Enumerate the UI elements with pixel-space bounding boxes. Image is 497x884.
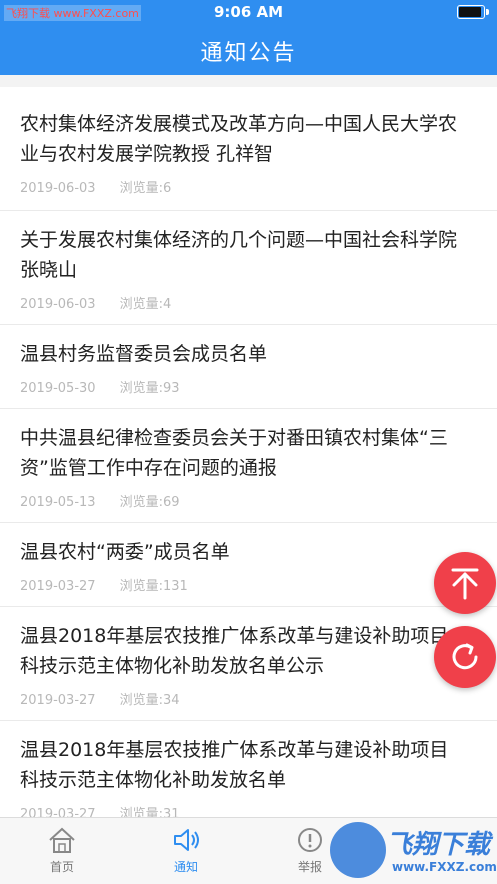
item-date: 2019-03-27 — [20, 693, 96, 708]
list-item[interactable]: 农村集体经济发展模式及改革方向—中国人民大学农业与农村发展学院教授 孔祥智 20… — [0, 87, 497, 211]
item-views: 浏览量:4 — [119, 297, 172, 312]
list-item[interactable]: 温县村务监督委员会成员名单 2019-05-30 浏览量:93 — [0, 325, 497, 409]
item-meta: 2019-06-03 浏览量:4 — [20, 285, 477, 312]
item-title: 农村集体经济发展模式及改革方向—中国人民大学农业与农村发展学院教授 孔祥智 — [20, 113, 458, 165]
nav-bar: 通知公告 — [0, 24, 497, 75]
item-views: 浏览量:6 — [119, 181, 172, 196]
list-item[interactable]: 中共温县纪律检查委员会关于对番田镇农村集体“三资”监管工作中存在问题的通报 20… — [0, 409, 497, 523]
watermark-url: www.FXXZ.com — [392, 860, 497, 874]
home-icon — [49, 827, 75, 853]
list-item[interactable]: 温县2018年基层农技推广体系改革与建设补助项目科技示范主体物化补助发放名单公示… — [0, 607, 497, 721]
item-date: 2019-03-27 — [20, 579, 96, 594]
item-title: 关于发展农村集体经济的几个问题—中国社会科学院 张晓山 — [20, 229, 458, 281]
report-icon — [298, 828, 322, 852]
item-views: 浏览量:34 — [119, 693, 180, 708]
item-title: 中共温县纪律检查委员会关于对番田镇农村集体“三资”监管工作中存在问题的通报 — [20, 427, 448, 479]
tab-home[interactable]: 首页 — [0, 818, 124, 884]
status-bar: 飞翔下载 www.FXXZ.com 9:06 AM — [0, 0, 497, 24]
item-meta: 2019-05-30 浏览量:93 — [20, 369, 477, 396]
arrow-up-icon — [451, 568, 479, 600]
item-meta: 2019-03-27 浏览量:34 — [20, 681, 477, 708]
watermark: 飞翔下载 www.FXXZ.com — [330, 820, 497, 883]
refresh-button[interactable] — [434, 626, 496, 688]
notice-list[interactable]: 农村集体经济发展模式及改革方向—中国人民大学农业与农村发展学院教授 孔祥智 20… — [0, 87, 497, 817]
divider — [0, 75, 497, 87]
list-item[interactable]: 温县农村“两委”成员名单 2019-03-27 浏览量:131 — [0, 523, 497, 607]
item-date: 2019-05-13 — [20, 495, 96, 510]
item-date: 2019-06-03 — [20, 181, 96, 196]
status-time: 9:06 AM — [213, 3, 284, 21]
item-meta: 2019-03-27 浏览量:131 — [20, 567, 477, 594]
speaker-icon — [174, 829, 199, 851]
page-title: 通知公告 — [200, 41, 297, 66]
battery-icon — [457, 5, 489, 19]
item-meta: 2019-06-03 浏览量:6 — [20, 169, 477, 196]
item-views: 浏览量:131 — [119, 579, 188, 594]
scroll-top-button[interactable] — [434, 552, 496, 614]
item-views: 浏览量:31 — [119, 807, 180, 817]
item-date: 2019-06-03 — [20, 297, 96, 312]
tab-notice-label: 通知 — [173, 860, 198, 874]
tab-home-label: 首页 — [49, 860, 74, 874]
item-meta: 2019-03-27 浏览量:31 — [20, 795, 477, 817]
item-title: 温县农村“两委”成员名单 — [20, 541, 230, 563]
item-views: 浏览量:69 — [119, 495, 180, 510]
list-item[interactable]: 温县2018年基层农技推广体系改革与建设补助项目科技示范主体物化补助发放名单 2… — [0, 721, 497, 817]
watermark-text: 飞翔下载 — [386, 830, 491, 860]
item-views: 浏览量:93 — [119, 381, 180, 396]
item-title: 温县2018年基层农技推广体系改革与建设补助项目科技示范主体物化补助发放名单公示 — [20, 625, 449, 677]
item-meta: 2019-05-13 浏览量:69 — [20, 483, 477, 510]
watermark-logo — [330, 822, 386, 878]
item-title: 温县村务监督委员会成员名单 — [20, 343, 268, 365]
item-title: 温县2018年基层农技推广体系改革与建设补助项目科技示范主体物化补助发放名单 — [20, 739, 449, 791]
refresh-icon — [452, 643, 478, 670]
item-date: 2019-05-30 — [20, 381, 96, 396]
list-item[interactable]: 关于发展农村集体经济的几个问题—中国社会科学院 张晓山 2019-06-03 浏览… — [0, 211, 497, 325]
tab-notice[interactable]: 通知 — [124, 818, 248, 884]
item-date: 2019-03-27 — [20, 807, 96, 817]
